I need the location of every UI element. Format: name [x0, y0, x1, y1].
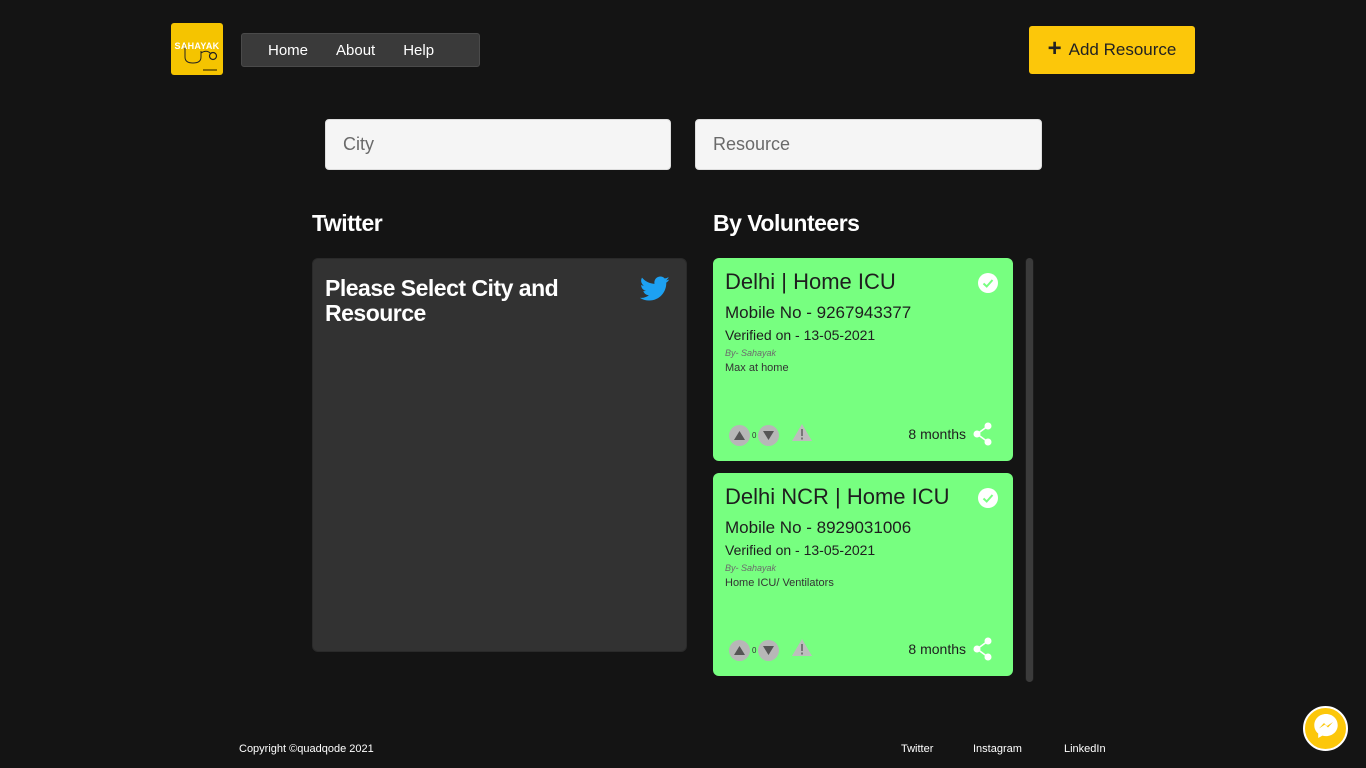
- card-age: 8 months: [908, 426, 966, 442]
- share-icon[interactable]: [973, 422, 993, 451]
- volunteer-card: Delhi NCR | Home ICU Mobile No - 8929031…: [713, 473, 1013, 676]
- card-author: By- Sahayak: [725, 348, 777, 358]
- volunteers-heading: By Volunteers: [713, 210, 860, 236]
- twitter-panel: Please Select City and Resource: [312, 258, 687, 652]
- page: SAHAYAK Home About Help + Add Resource T…: [0, 0, 1366, 768]
- nav-home[interactable]: Home: [268, 42, 308, 59]
- sahayak-logo[interactable]: SAHAYAK: [171, 23, 223, 75]
- card-mobile: Mobile No - 8929031006: [725, 518, 912, 537]
- upvote-icon[interactable]: [729, 639, 750, 661]
- logo-text: SAHAYAK: [174, 41, 220, 51]
- footer-link-instagram[interactable]: Instagram: [973, 743, 1022, 755]
- card-mobile: Mobile No - 9267943377: [725, 303, 912, 322]
- card-note: Max at home: [725, 362, 789, 374]
- card-title: Delhi NCR | Home ICU: [725, 484, 950, 509]
- downvote-icon[interactable]: [758, 424, 780, 446]
- card-author: By- Sahayak: [725, 563, 777, 573]
- report-warning-icon[interactable]: [791, 638, 813, 662]
- card-votes: 0: [729, 423, 813, 447]
- add-resource-button[interactable]: + Add Resource: [1029, 26, 1195, 74]
- volunteer-card: Delhi | Home ICU Mobile No - 9267943377 …: [713, 258, 1013, 461]
- verified-check-icon: [978, 488, 998, 513]
- report-warning-icon[interactable]: [791, 423, 813, 447]
- scrollbar-thumb[interactable]: [1026, 258, 1033, 682]
- vote-count: 0: [752, 645, 757, 655]
- card-verified-date: Verified on - 13-05-2021: [725, 542, 876, 558]
- nav-help[interactable]: Help: [403, 42, 434, 59]
- messenger-chat-button[interactable]: [1303, 706, 1348, 751]
- nav-about[interactable]: About: [336, 42, 375, 59]
- twitter-heading: Twitter: [312, 210, 383, 236]
- footer-copyright: Copyright ©quadqode 2021: [239, 743, 374, 755]
- resource-input[interactable]: [695, 119, 1042, 170]
- plus-icon: +: [1047, 35, 1062, 62]
- card-title: Delhi | Home ICU: [725, 269, 896, 294]
- messenger-icon: [1312, 712, 1340, 745]
- card-age: 8 months: [908, 641, 966, 657]
- vote-count: 0: [752, 430, 757, 440]
- city-input[interactable]: [325, 119, 671, 170]
- card-note: Home ICU/ Ventilators: [725, 577, 834, 589]
- twitter-empty-message: Please Select City and Resource: [325, 275, 559, 326]
- footer-link-twitter[interactable]: Twitter: [901, 743, 933, 755]
- verified-check-icon: [978, 273, 998, 298]
- footer-link-linkedin[interactable]: LinkedIn: [1064, 743, 1106, 755]
- main-nav: Home About Help: [241, 33, 480, 67]
- volunteer-scrollbar[interactable]: [1025, 258, 1034, 682]
- add-resource-label: Add Resource: [1068, 40, 1177, 59]
- twitter-bird-icon: [639, 276, 670, 307]
- card-verified-date: Verified on - 13-05-2021: [725, 327, 876, 343]
- downvote-icon[interactable]: [758, 639, 780, 661]
- card-votes: 0: [729, 638, 813, 662]
- upvote-icon[interactable]: [729, 424, 750, 446]
- share-icon[interactable]: [973, 637, 993, 666]
